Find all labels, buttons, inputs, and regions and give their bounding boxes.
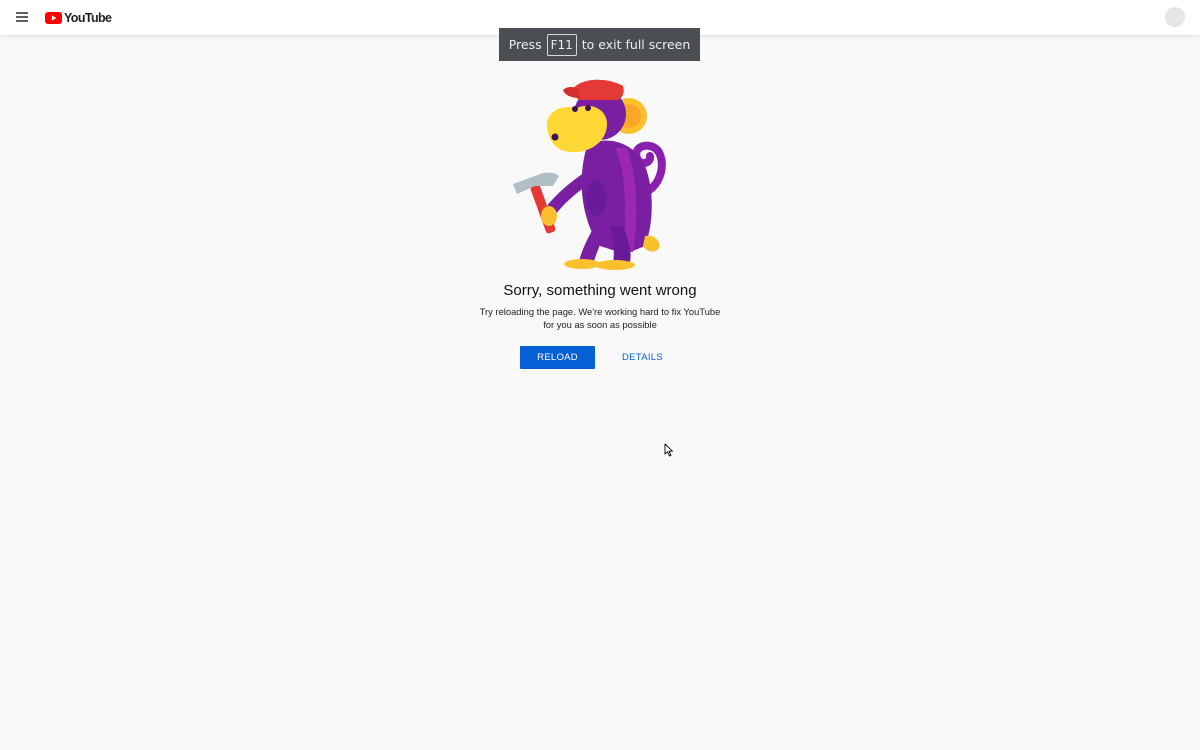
details-button[interactable]: DETAILS	[610, 346, 675, 369]
monkey-with-hammer-illustration	[513, 79, 666, 270]
reload-button[interactable]: RELOAD	[520, 346, 595, 369]
fullscreen-exit-banner: Press F11 to exit full screen	[499, 28, 700, 61]
hamburger-menu-icon[interactable]	[14, 10, 30, 24]
youtube-play-icon	[45, 12, 62, 24]
youtube-logo[interactable]: YouTube	[45, 10, 112, 26]
banner-text-before: Press	[508, 37, 542, 52]
avatar[interactable]	[1165, 7, 1185, 27]
mouse-cursor-icon	[664, 443, 673, 457]
error-message: Try reloading the page. We're working ha…	[479, 306, 721, 330]
logo-text: YouTube	[64, 11, 112, 25]
f11-key-badge: F11	[546, 33, 577, 56]
error-title: Sorry, something went wrong	[503, 282, 697, 299]
banner-text-after: to exit full screen	[581, 37, 691, 52]
